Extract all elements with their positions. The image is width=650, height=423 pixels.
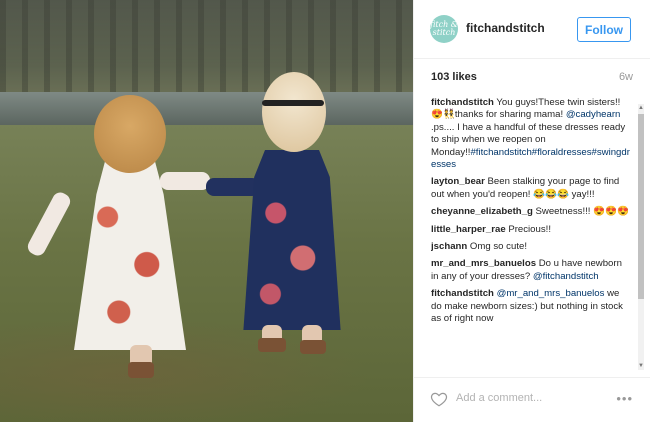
post-photo[interactable]	[0, 0, 413, 422]
comment-item: mr_and_mrs_banuelos Do u have newborn in…	[431, 258, 631, 283]
instagram-post-window: fitch & stitch fitchandstitch Follow 103…	[0, 0, 650, 422]
right-girl-shoe-right	[300, 340, 326, 354]
comment-item: fitchandstitch You guys!These twin siste…	[431, 97, 631, 171]
avatar[interactable]: fitch & stitch	[430, 15, 458, 43]
comment-text: Omg so cute!	[467, 241, 527, 253]
comment-item: fitchandstitch @mr_and_mrs_banuelos we d…	[431, 288, 631, 325]
right-girl-shoe-left	[258, 338, 286, 352]
comment-item: little_harper_rae Precious!!	[431, 224, 631, 236]
comment-item: jschann Omg so cute!	[431, 241, 631, 253]
comments-list: fitchandstitch You guys!These twin siste…	[431, 97, 631, 367]
comment-tag-link[interactable]: @fitchandstitch	[533, 271, 599, 282]
post-header: fitch & stitch fitchandstitch Follow	[414, 0, 650, 59]
heart-icon[interactable]	[430, 390, 448, 408]
right-girl-left-arm	[206, 178, 260, 196]
comment-username[interactable]: little_harper_rae	[431, 224, 506, 235]
comment-footer: Add a comment... •••	[414, 377, 650, 423]
add-comment-input[interactable]: Add a comment...	[456, 392, 542, 404]
left-girl-head	[94, 95, 166, 173]
photo-grass	[0, 125, 413, 422]
comment-username[interactable]: layton_bear	[431, 176, 485, 187]
likes-count[interactable]: 103 likes	[431, 71, 477, 83]
scrollbar-thumb[interactable]	[638, 114, 644, 299]
post-age[interactable]: 6w	[619, 71, 633, 83]
scroll-up-arrow-icon[interactable]: ▲	[638, 105, 644, 111]
comment-text: Precious!!	[505, 223, 551, 235]
post-side-panel: fitch & stitch fitchandstitch Follow 103…	[413, 0, 650, 422]
comment-username[interactable]: jschann	[431, 241, 467, 252]
comment-text: Sweetness!!! 😍😍😍	[532, 206, 629, 218]
comment-tag-link[interactable]: @mr_and_mrs_banuelos	[497, 288, 605, 299]
comment-tag-link[interactable]: @cadyhearn	[566, 109, 621, 120]
comment-username[interactable]: mr_and_mrs_banuelos	[431, 258, 536, 269]
left-girl-right-arm	[160, 172, 210, 190]
comment-item: layton_bear Been stalking your page to f…	[431, 176, 631, 201]
comment-username[interactable]: fitchandstitch	[431, 288, 494, 299]
follow-button[interactable]: Follow	[577, 17, 631, 42]
comment-username[interactable]: fitchandstitch	[431, 97, 494, 108]
comment-username[interactable]: cheyanne_elizabeth_g	[431, 206, 533, 217]
left-girl-shoe	[128, 362, 154, 378]
more-options-icon[interactable]: •••	[616, 391, 633, 406]
comment-item: cheyanne_elizabeth_g Sweetness!!! 😍😍😍	[431, 206, 631, 218]
right-girl-head	[262, 72, 326, 152]
post-username[interactable]: fitchandstitch	[466, 21, 545, 35]
comments-scrollbar[interactable]: ▲ ▼	[638, 104, 644, 370]
scroll-down-arrow-icon[interactable]: ▼	[638, 363, 644, 369]
right-girl-headband	[262, 100, 324, 106]
